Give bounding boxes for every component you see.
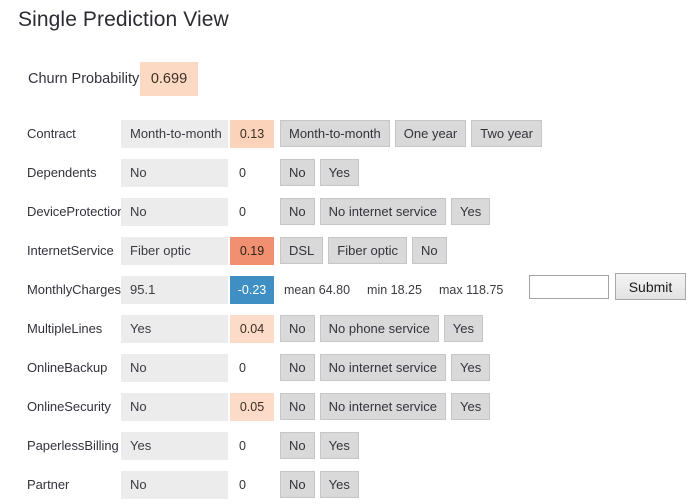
feature-options-group: DSL Fiber optic No — [280, 237, 447, 264]
feature-shap-value: 0 — [239, 165, 246, 180]
feature-option-button[interactable]: No — [280, 471, 315, 498]
feature-shap-value: 0.05 — [230, 392, 274, 421]
feature-options-group: Month-to-month One year Two year — [280, 120, 542, 147]
feature-current-value: No — [121, 197, 228, 226]
feature-current-value: Yes — [121, 314, 228, 343]
feature-options-group: No Yes — [280, 432, 359, 459]
feature-option-button[interactable]: One year — [394, 120, 467, 147]
feature-option-button[interactable]: No internet service — [319, 198, 447, 225]
stat-max-key: max — [438, 282, 463, 297]
stat-max: max 118.75 — [439, 283, 503, 297]
stat-min: min 18.25 — [367, 283, 422, 297]
feature-option-button[interactable]: Fiber optic — [328, 237, 407, 264]
feature-current-value: No — [121, 158, 228, 187]
feature-current-value: Month-to-month — [121, 119, 228, 148]
feature-shap-value: 0.13 — [230, 119, 274, 148]
feature-options-group: No No internet service Yes — [280, 198, 491, 225]
feature-options-group: No No internet service Yes — [280, 393, 491, 420]
feature-current-value: No — [121, 353, 228, 382]
feature-options-group: No No internet service Yes — [280, 354, 491, 381]
feature-current-value: Yes — [121, 431, 228, 460]
submit-button[interactable]: Submit — [615, 273, 686, 300]
feature-option-button[interactable]: No internet service — [319, 393, 447, 420]
feature-stats-group: mean 64.80 min 18.25 max 118.75 — [284, 283, 503, 297]
feature-row: Contract Month-to-month 0.13 Month-to-month… — [0, 114, 699, 153]
feature-shap-value: 0.19 — [230, 236, 274, 265]
feature-option-button[interactable]: Yes — [319, 471, 359, 498]
churn-probability-label: Churn Probability — [28, 71, 140, 87]
feature-option-button[interactable]: Two year — [471, 120, 542, 147]
feature-option-button[interactable]: Month-to-month — [280, 120, 390, 147]
feature-shap-value: 0.04 — [230, 314, 274, 343]
feature-option-button[interactable]: Yes — [451, 393, 491, 420]
stat-min-value: 18.25 — [387, 282, 422, 297]
feature-option-button[interactable]: Yes — [319, 159, 359, 186]
feature-name-label: InternetService — [27, 243, 114, 258]
monthly-charges-input[interactable] — [529, 275, 609, 299]
feature-shap-value: 0 — [239, 438, 246, 453]
page-title: Single Prediction View — [18, 8, 229, 31]
feature-current-value: No — [121, 392, 228, 421]
feature-option-button[interactable]: Yes — [451, 354, 491, 381]
churn-probability-row: Churn Probability 0.699 — [0, 62, 198, 96]
feature-option-button[interactable]: No — [280, 393, 315, 420]
stat-min-key: min — [367, 282, 388, 297]
feature-name-label: OnlineBackup — [27, 360, 108, 375]
feature-option-button[interactable]: No phone service — [319, 315, 439, 342]
stat-mean-value: 64.80 — [315, 282, 351, 297]
feature-name-label: PaperlessBilling — [27, 438, 119, 453]
feature-name-label: Dependents — [27, 165, 97, 180]
feature-row: OnlineBackup No 0 No No internet service Yes — [0, 348, 699, 387]
feature-name-label: Contract — [27, 126, 76, 141]
feature-option-button[interactable]: DSL — [280, 237, 324, 264]
feature-name-label: Partner — [27, 477, 70, 492]
feature-row: Partner No 0 No Yes — [0, 465, 699, 504]
feature-rows-container: Contract Month-to-month 0.13 Month-to-month… — [0, 114, 699, 504]
stat-max-value: 118.75 — [462, 282, 504, 297]
feature-shap-value: 0 — [239, 477, 246, 492]
feature-current-value: Fiber optic — [121, 236, 228, 265]
feature-options-group: No Yes — [280, 471, 359, 498]
feature-shap-value: 0 — [239, 204, 246, 219]
feature-option-button[interactable]: Yes — [319, 432, 359, 459]
feature-option-button[interactable]: Yes — [451, 198, 491, 225]
feature-row: PaperlessBilling Yes 0 No Yes — [0, 426, 699, 465]
stat-mean-key: mean — [284, 282, 316, 297]
feature-name-label: MultipleLines — [27, 321, 103, 336]
feature-option-button[interactable]: No — [280, 432, 315, 459]
feature-name-label: OnlineSecurity — [27, 399, 111, 414]
feature-row: DeviceProtection No 0 No No internet service… — [0, 192, 699, 231]
feature-options-group: No Yes — [280, 159, 359, 186]
feature-row: MultipleLines Yes 0.04 No No phone service Ye… — [0, 309, 699, 348]
feature-current-value: 95.1 — [121, 275, 228, 304]
feature-shap-value: -0.23 — [230, 275, 274, 304]
feature-row: InternetService Fiber optic 0.19 DSL Fiber o… — [0, 231, 699, 270]
feature-name-label: DeviceProtection — [27, 204, 125, 219]
feature-row: Dependents No 0 No Yes — [0, 153, 699, 192]
feature-shap-value: 0 — [239, 360, 246, 375]
feature-option-button[interactable]: No — [412, 237, 447, 264]
feature-option-button[interactable]: No internet service — [319, 354, 447, 381]
feature-row: MonthlyCharges 95.1 -0.23 mean 64.80 min 18.… — [0, 270, 699, 309]
feature-option-button[interactable]: No — [280, 315, 315, 342]
feature-option-button[interactable]: No — [280, 354, 315, 381]
feature-row: OnlineSecurity No 0.05 No No internet servic… — [0, 387, 699, 426]
feature-options-group: No No phone service Yes — [280, 315, 484, 342]
stat-mean: mean 64.80 — [284, 283, 350, 297]
churn-probability-value: 0.699 — [140, 62, 198, 96]
feature-option-button[interactable]: No — [280, 159, 315, 186]
feature-name-label: MonthlyCharges — [27, 282, 121, 297]
feature-option-button[interactable]: Yes — [443, 315, 484, 342]
feature-option-button[interactable]: No — [280, 198, 315, 225]
feature-current-value: No — [121, 470, 228, 499]
